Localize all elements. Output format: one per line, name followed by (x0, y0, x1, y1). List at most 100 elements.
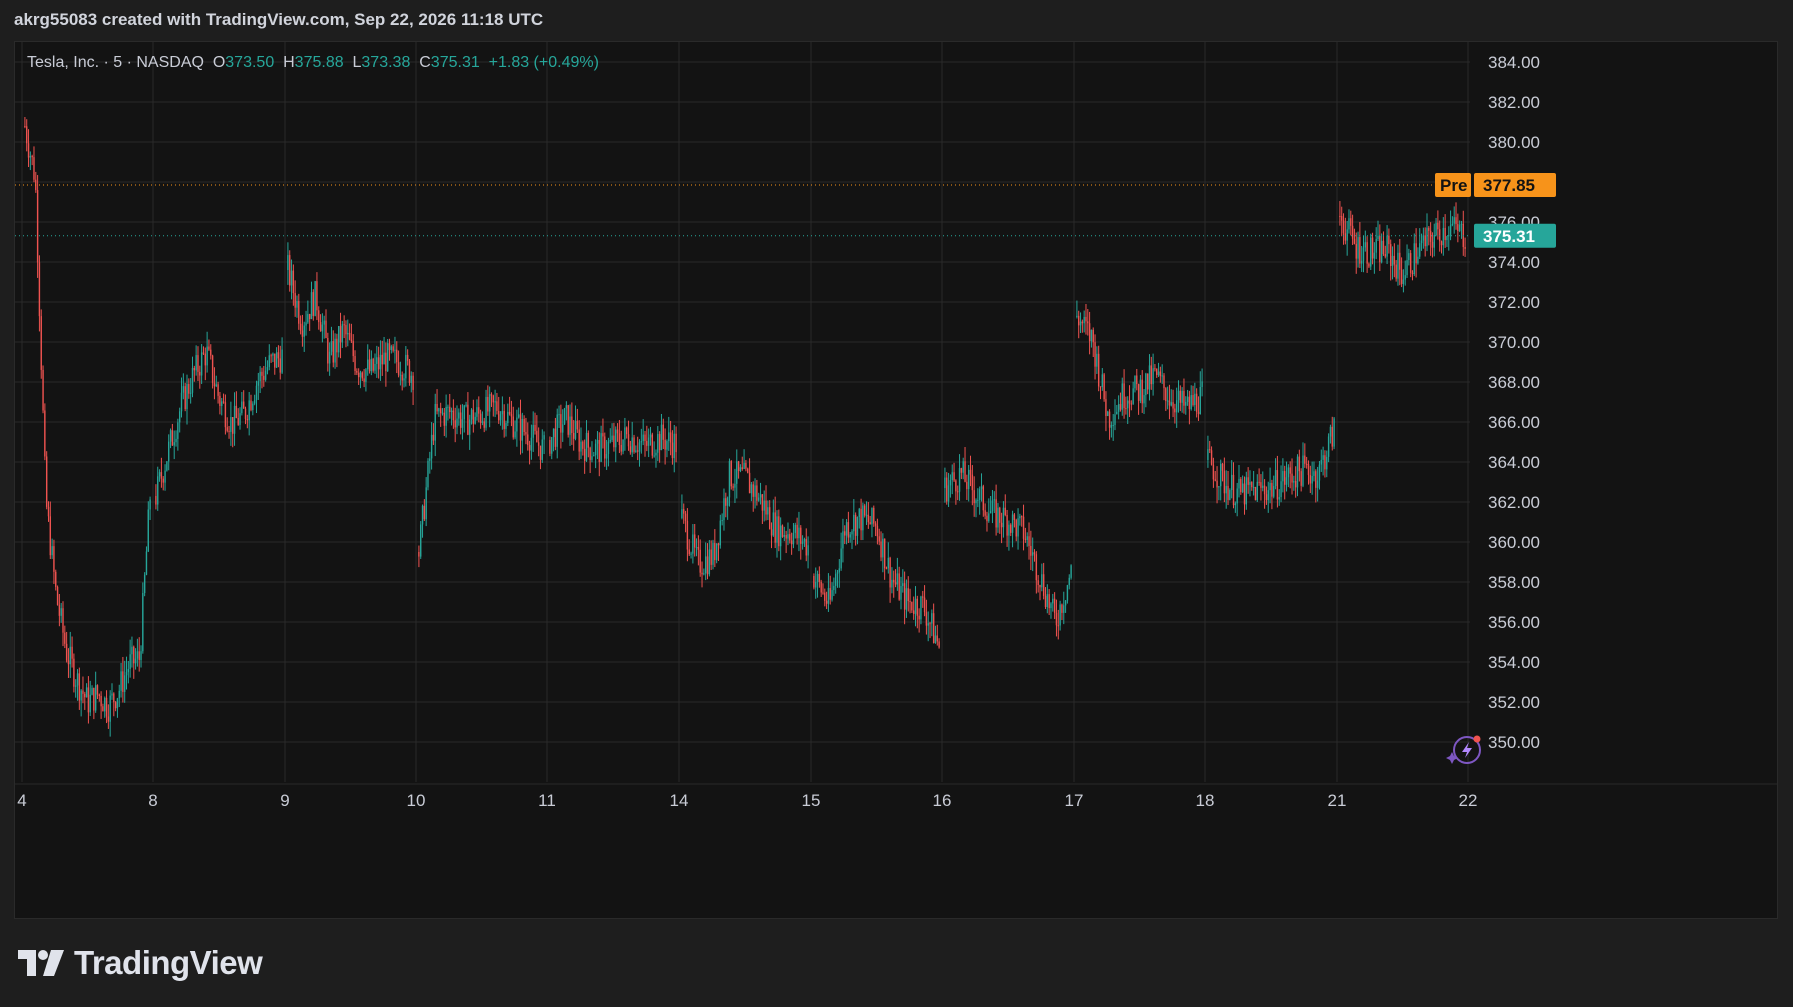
candle (986, 511, 988, 532)
candle (1127, 396, 1129, 425)
candle (745, 459, 747, 472)
y-tick-label: 372.00 (1488, 293, 1540, 312)
tradingview-logo[interactable]: TradingView (18, 944, 263, 982)
candle (831, 582, 833, 602)
high-value: 375.88 (294, 54, 344, 71)
candle (560, 404, 562, 449)
candle (920, 595, 922, 625)
candle (615, 426, 617, 463)
candle (951, 464, 953, 495)
x-tick-label: 17 (1065, 791, 1084, 810)
candle (1218, 485, 1220, 501)
candle (24, 117, 26, 129)
x-tick-label: 18 (1196, 791, 1215, 810)
candle (1168, 384, 1171, 420)
candle (715, 543, 718, 564)
candle (213, 367, 216, 400)
candle (123, 660, 126, 703)
candle (1048, 589, 1050, 616)
candle (796, 517, 798, 545)
y-tick-label: 374.00 (1488, 253, 1540, 272)
candle (341, 320, 344, 348)
candle (224, 394, 227, 435)
candle (1318, 461, 1321, 490)
candle (470, 408, 473, 425)
candle (1199, 371, 1201, 415)
candle (567, 404, 569, 438)
candle (494, 389, 496, 418)
candle (1042, 562, 1045, 600)
candle (452, 399, 455, 429)
chart-credit-header: akrg55083 created with TradingView.com, … (14, 10, 544, 29)
candle (173, 430, 175, 460)
candle (587, 430, 590, 458)
candle (609, 428, 611, 444)
candle (761, 493, 764, 525)
candle (822, 583, 824, 595)
candle (438, 407, 440, 417)
candle (1417, 247, 1419, 265)
candle (1022, 504, 1025, 551)
candle (85, 683, 88, 698)
candle (993, 491, 995, 514)
candle (787, 522, 789, 546)
candle (1400, 257, 1403, 288)
candle (102, 703, 104, 712)
candle (408, 358, 411, 386)
candle (1170, 389, 1172, 407)
x-tick-label: 10 (407, 791, 426, 810)
candle (120, 662, 122, 698)
candle (492, 394, 494, 417)
candle (893, 570, 895, 598)
candle (1355, 232, 1357, 274)
candle (1350, 210, 1352, 236)
candle (1287, 464, 1290, 488)
candle (642, 419, 644, 446)
candle (485, 389, 487, 431)
candle (1458, 220, 1461, 233)
candle (1055, 599, 1058, 637)
candle (1121, 377, 1123, 416)
candle (217, 381, 219, 404)
candle (805, 528, 807, 562)
candle (1296, 454, 1299, 497)
candle (208, 339, 210, 352)
candle (1152, 353, 1154, 396)
candle (1307, 460, 1310, 485)
candle (1285, 461, 1288, 492)
candle (44, 403, 46, 461)
candle (425, 477, 427, 527)
candle (1011, 510, 1014, 548)
candle (664, 428, 666, 465)
candle (303, 321, 305, 352)
candle (1451, 216, 1454, 227)
candle (528, 440, 531, 465)
candle (1063, 591, 1065, 625)
candle (1411, 270, 1414, 281)
candle (949, 474, 952, 498)
candle (914, 586, 917, 627)
candle (1230, 460, 1233, 499)
candle (1195, 388, 1198, 418)
candle (164, 464, 166, 491)
candle (640, 428, 643, 454)
candle (357, 368, 360, 385)
candle (768, 500, 771, 530)
candle (714, 529, 716, 568)
candle (1278, 489, 1280, 506)
lightning-icon[interactable] (1446, 735, 1481, 765)
candle (396, 341, 398, 374)
candle (1165, 387, 1167, 411)
candle (739, 464, 742, 473)
candle (572, 420, 575, 451)
candle (356, 368, 358, 376)
candle (792, 523, 795, 549)
candle (856, 516, 859, 545)
y-tick-label: 366.00 (1488, 413, 1540, 432)
chart-panel[interactable]: 350.00 352.00 354.00 356.00 358.00 360.00 362.… (14, 41, 1778, 919)
candlestick-chart[interactable]: 350.00 352.00 354.00 356.00 358.00 360.00 362.… (15, 42, 1777, 918)
candle (1225, 470, 1227, 509)
candle (314, 280, 316, 317)
y-tick-label: 368.00 (1488, 373, 1540, 392)
candle (182, 373, 185, 400)
